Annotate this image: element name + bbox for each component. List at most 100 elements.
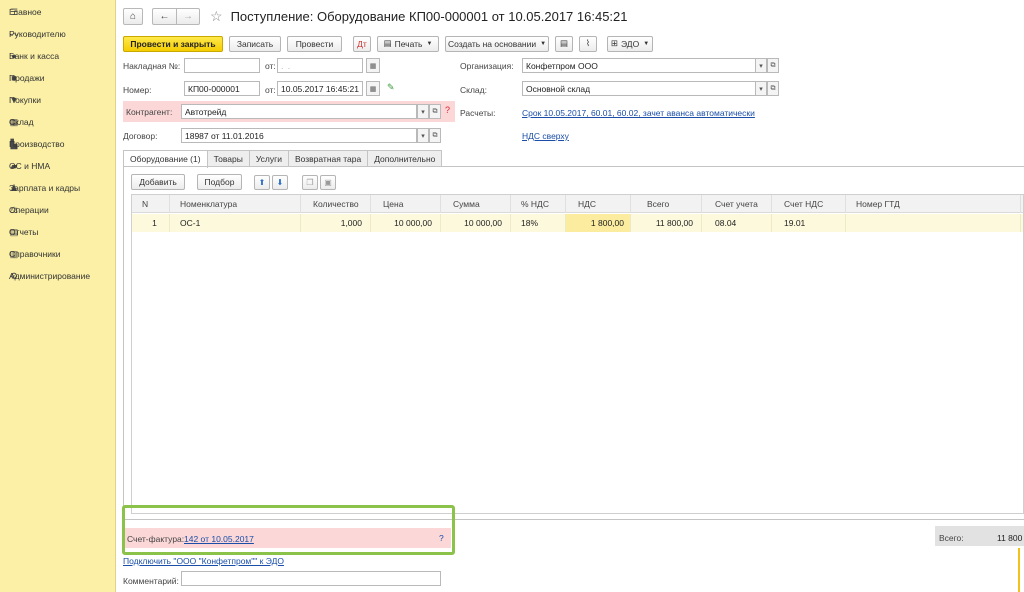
- tab-returnable-packaging[interactable]: Возвратная тара: [287, 150, 369, 167]
- calendar-icon: ▦: [369, 85, 377, 93]
- invoice-number-field[interactable]: [184, 58, 260, 73]
- attachments-button[interactable]: ⌇: [579, 35, 597, 52]
- sidebar-item-admin[interactable]: ⚙ Администрирование: [0, 265, 115, 287]
- settlements-link[interactable]: Срок 10.05.2017, 60.01, 60.02, зачет ава…: [522, 108, 755, 118]
- sidebar-item-warehouse[interactable]: ▦ Склад: [0, 111, 115, 133]
- posting-movements-button[interactable]: Дт: [353, 35, 371, 52]
- column-header[interactable]: Количество: [301, 195, 371, 213]
- column-header[interactable]: Сумма: [441, 195, 511, 213]
- chevron-down-icon: ▾: [759, 62, 763, 70]
- pick-button[interactable]: Подбор: [197, 174, 242, 190]
- number-field[interactable]: КП00-000001: [184, 81, 260, 96]
- print-button[interactable]: ▤ Печать ▼: [377, 35, 439, 52]
- save-button[interactable]: Записать: [229, 35, 281, 52]
- document-report-button[interactable]: ▤: [555, 35, 573, 52]
- sidebar-item-bank[interactable]: ● Банк и касса: [0, 45, 115, 67]
- invoice-date-field[interactable]: . .: [277, 58, 363, 73]
- sidebar-item-assets[interactable]: ▰ ОС и НМА: [0, 155, 115, 177]
- cell-account[interactable]: 08.04: [702, 214, 772, 232]
- column-header[interactable]: % НДС: [511, 195, 566, 213]
- back-button[interactable]: ←: [152, 7, 176, 25]
- tab-goods[interactable]: Товары: [206, 150, 250, 167]
- warehouse-dropdown[interactable]: ▾: [755, 81, 767, 96]
- open-icon: ⧉: [770, 61, 776, 69]
- tab-additional[interactable]: Дополнительно: [367, 150, 443, 167]
- cell-vat-account[interactable]: 19.01: [772, 214, 846, 232]
- post-button[interactable]: Провести: [287, 35, 342, 52]
- number-label: Номер:: [123, 85, 152, 95]
- counterparty-open[interactable]: ⧉: [429, 104, 441, 119]
- home-button[interactable]: ⌂: [123, 7, 143, 25]
- sidebar-item-production[interactable]: ▙ Производство: [0, 133, 115, 155]
- contract-dropdown[interactable]: ▾: [417, 128, 429, 143]
- forward-button[interactable]: →: [176, 7, 200, 25]
- column-header[interactable]: Счет учета: [702, 195, 772, 213]
- invoice-date-picker[interactable]: ▦: [366, 58, 380, 73]
- comment-field[interactable]: [181, 571, 441, 586]
- column-header[interactable]: Всего: [631, 195, 702, 213]
- column-header[interactable]: Цена: [371, 195, 441, 213]
- counterparty-dropdown[interactable]: ▾: [417, 104, 429, 119]
- table-row[interactable]: 1 ОС-1 1,000 10 000,00 10 000,00 18% 1 8…: [132, 214, 1023, 232]
- date-field[interactable]: 10.05.2017 16:45:21: [277, 81, 363, 96]
- warehouse-field[interactable]: Основной склад: [522, 81, 756, 96]
- sidebar-item-label: Продажи: [9, 73, 45, 83]
- column-header[interactable]: НДС: [566, 195, 631, 213]
- organization-open[interactable]: ⧉: [767, 58, 779, 73]
- move-down-button[interactable]: ⬇: [272, 174, 288, 190]
- sidebar-item-catalogs[interactable]: ▥ Справочники: [0, 243, 115, 265]
- post-and-close-button[interactable]: Провести и закрыть: [123, 35, 223, 52]
- add-row-button[interactable]: Добавить: [131, 174, 185, 190]
- create-based-on-button[interactable]: Создать на основании ▼: [445, 35, 549, 52]
- cell-vat[interactable]: 1 800,00: [566, 214, 631, 232]
- chevron-down-icon: ▾: [421, 108, 425, 116]
- contract-label: Договор:: [123, 131, 158, 141]
- command-bar: Провести и закрыть Записать Провести Дт …: [123, 35, 659, 52]
- resize-handle[interactable]: [1018, 548, 1020, 592]
- edo-button[interactable]: ⊞ ЭДО ▼: [607, 35, 653, 52]
- question-icon[interactable]: ?: [445, 105, 450, 115]
- star-icon[interactable]: ☆: [210, 8, 223, 25]
- move-up-button[interactable]: ⬆: [254, 174, 270, 190]
- paste-button[interactable]: ▣: [320, 174, 336, 190]
- sidebar-item-manager[interactable]: 〰 Руководителю: [0, 23, 115, 45]
- column-header[interactable]: Номер ГТД: [846, 195, 1021, 213]
- print-label: Печать: [394, 38, 423, 49]
- paste-icon: ▣: [324, 177, 332, 187]
- sidebar-item-label: Покупки: [9, 95, 41, 105]
- counterparty-field[interactable]: Автотрейд: [181, 104, 417, 119]
- tab-services[interactable]: Услуги: [248, 150, 289, 167]
- copy-button[interactable]: ❐: [302, 174, 318, 190]
- document-tabs: Оборудование (1) Товары Услуги Возвратна…: [123, 150, 443, 168]
- column-header[interactable]: Номенклатура: [170, 195, 301, 213]
- home-icon: ⌂: [129, 10, 137, 22]
- organization-field[interactable]: Конфетпром ООО: [522, 58, 756, 73]
- cell-quantity[interactable]: 1,000: [301, 214, 371, 232]
- sidebar-item-purchases[interactable]: ▼ Покупки: [0, 89, 115, 111]
- cell-item[interactable]: ОС-1: [170, 214, 301, 232]
- sidebar-item-main[interactable]: ☰ Главное: [0, 1, 115, 23]
- sidebar-item-reports[interactable]: ▤ Отчеты: [0, 221, 115, 243]
- sidebar-item-label: Администрирование: [9, 271, 91, 281]
- cell-vat-rate[interactable]: 18%: [511, 214, 566, 232]
- column-header[interactable]: Счет НДС: [772, 195, 846, 213]
- paperclip-icon: ⌇: [585, 38, 591, 48]
- cell-total[interactable]: 11 800,00: [631, 214, 702, 232]
- sidebar-item-operations[interactable]: ⚖ Операции: [0, 199, 115, 221]
- cell-sum[interactable]: 10 000,00: [441, 214, 511, 232]
- sidebar-item-label: Зарплата и кадры: [9, 183, 81, 193]
- contract-open[interactable]: ⧉: [429, 128, 441, 143]
- sidebar-item-salary[interactable]: ♟ Зарплата и кадры: [0, 177, 115, 199]
- arrow-right-icon: →: [183, 10, 193, 22]
- cell-customs-number[interactable]: [846, 214, 1021, 232]
- vat-mode-link[interactable]: НДС сверху: [522, 131, 569, 141]
- column-header[interactable]: N: [132, 195, 170, 213]
- date-picker[interactable]: ▦: [366, 81, 380, 96]
- warehouse-open[interactable]: ⧉: [767, 81, 779, 96]
- connect-edo-link[interactable]: Подключить "ООО "Конфетпром"" к ЭДО: [123, 556, 284, 566]
- cell-price[interactable]: 10 000,00: [371, 214, 441, 232]
- contract-field[interactable]: 18987 от 11.01.2016: [181, 128, 417, 143]
- signature-icon[interactable]: ✎: [387, 82, 395, 93]
- organization-dropdown[interactable]: ▾: [755, 58, 767, 73]
- sidebar-item-sales[interactable]: ■ Продажи: [0, 67, 115, 89]
